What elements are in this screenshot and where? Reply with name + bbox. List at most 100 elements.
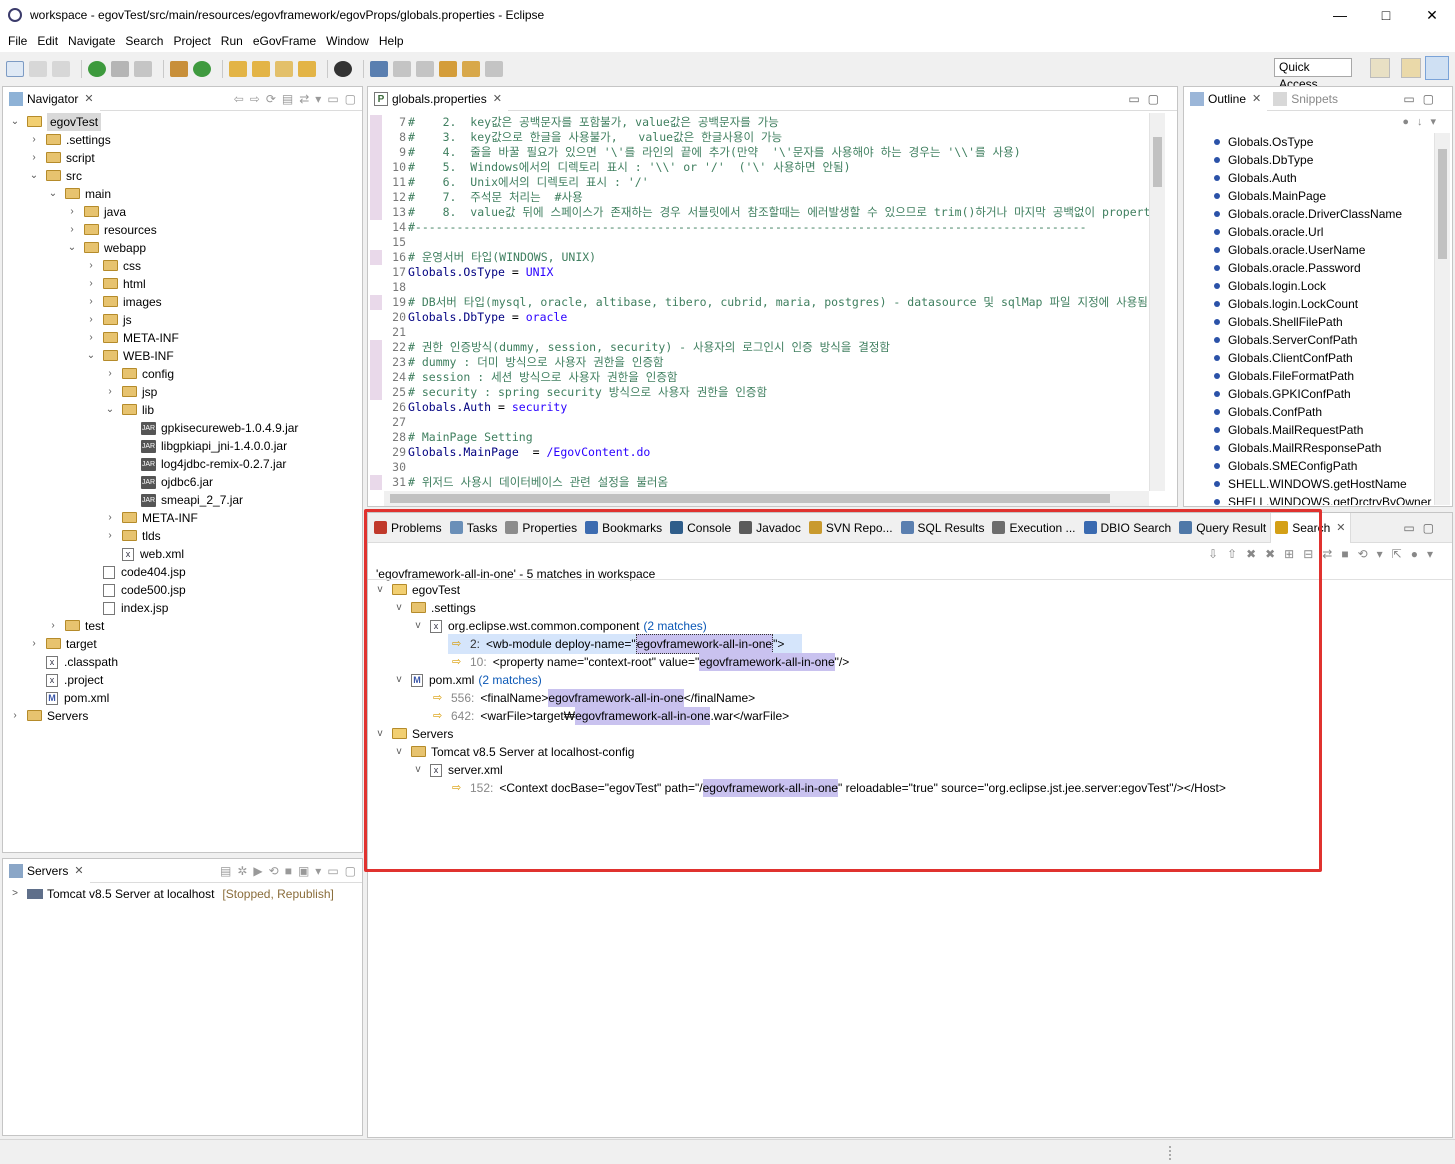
navigator-item[interactable]: › target	[3, 635, 362, 653]
egov-perspective-icon[interactable]	[1425, 56, 1449, 80]
navigator-item[interactable]: index.jsp	[3, 599, 362, 617]
outline-item[interactable]: Globals.DbType	[1184, 151, 1434, 169]
editor-vscroll[interactable]	[1149, 113, 1165, 491]
connect-icon[interactable]	[134, 61, 152, 77]
editor-hscroll[interactable]	[384, 491, 1149, 506]
menu-search[interactable]: Search	[120, 34, 168, 48]
navigator-item[interactable]: › images	[3, 293, 362, 311]
navigator-item[interactable]: JAR smeapi_2_7.jar	[3, 491, 362, 509]
code-editor[interactable]: 7 8 9 10 11 12 13 14 15 16 17 18 19 20 21 22 23 24 25 26 27 2…	[368, 113, 1149, 491]
expand-toggle-icon[interactable]: ›	[28, 131, 40, 149]
outline-item[interactable]: Globals.ClientConfPath	[1184, 349, 1434, 367]
expand-toggle-icon[interactable]: ›	[85, 257, 97, 275]
navigator-item[interactable]: › META-INF	[3, 509, 362, 527]
navigator-item[interactable]: › resources	[3, 221, 362, 239]
menu-navigate[interactable]: Navigate	[63, 34, 120, 48]
navigator-item[interactable]: JAR libgpkiapi_jni-1.4.0.0.jar	[3, 437, 362, 455]
outline-vscroll[interactable]	[1434, 133, 1450, 505]
code-area[interactable]: # 2. key값은 공백문자를 포함불가, value값은 공백문자를 가능 #…	[408, 115, 1149, 490]
outline-item[interactable]: Globals.oracle.Password	[1184, 259, 1434, 277]
outline-item[interactable]: Globals.MailRResponsePath	[1184, 439, 1434, 457]
navigator-item[interactable]: › script	[3, 149, 362, 167]
expand-toggle-icon[interactable]: ›	[28, 635, 40, 653]
outline-item[interactable]: Globals.FileFormatPath	[1184, 367, 1434, 385]
navigator-toolbar[interactable]: ⇦⇨⟳▤⇄▾▭▢	[234, 92, 362, 106]
expand-toggle-icon[interactable]: ›	[66, 221, 78, 239]
close-button[interactable]: ✕	[1409, 0, 1455, 30]
navigator-item[interactable]: code500.jsp	[3, 581, 362, 599]
expand-toggle-icon[interactable]: ›	[66, 203, 78, 221]
outline-item[interactable]: Globals.MainPage	[1184, 187, 1434, 205]
outline-item[interactable]: Globals.ConfPath	[1184, 403, 1434, 421]
navigator-item[interactable]: JAR log4jdbc-remix-0.2.7.jar	[3, 455, 362, 473]
forward-icon[interactable]	[485, 61, 503, 77]
outline-item[interactable]: SHELL.WINDOWS.getHostName	[1184, 475, 1434, 493]
open-folder-icon[interactable]	[252, 61, 270, 77]
navigator-item[interactable]: › tlds	[3, 527, 362, 545]
navigator-item[interactable]: code404.jsp	[3, 563, 362, 581]
navigator-item[interactable]: › .settings	[3, 131, 362, 149]
new-icon[interactable]	[6, 61, 24, 77]
debug-icon[interactable]	[88, 61, 106, 77]
outline-item[interactable]: Globals.oracle.DriverClassName	[1184, 205, 1434, 223]
close-icon[interactable]: ✕	[1252, 92, 1261, 105]
tab-globals-properties[interactable]: P globals.properties ✕	[368, 86, 508, 111]
expand-toggle-icon[interactable]: ⌄	[47, 185, 59, 203]
navigator-item[interactable]: JAR ojdbc6.jar	[3, 473, 362, 491]
expand-toggle-icon[interactable]: ›	[85, 293, 97, 311]
bottom-min-max[interactable]: ▭▢	[1403, 521, 1442, 535]
prev-annotation-icon[interactable]	[416, 61, 434, 77]
menu-run[interactable]: Run	[216, 34, 248, 48]
close-icon[interactable]: ✕	[74, 864, 83, 877]
quick-access-input[interactable]: Quick Access	[1274, 58, 1352, 91]
expand-toggle-icon[interactable]: ›	[85, 311, 97, 329]
navigator-item[interactable]: › Servers	[3, 707, 362, 725]
navigator-item[interactable]: › test	[3, 617, 362, 635]
expand-toggle-icon[interactable]: ›	[85, 275, 97, 293]
close-icon[interactable]: ✕	[1336, 521, 1345, 534]
open-perspective-icon[interactable]	[1370, 58, 1390, 78]
navigator-item[interactable]: ⌄ egovTest	[3, 113, 362, 131]
outline-item[interactable]: Globals.OsType	[1184, 133, 1434, 151]
outline-item[interactable]: Globals.GPKIConfPath	[1184, 385, 1434, 403]
run-icon[interactable]	[193, 61, 211, 77]
back-icon[interactable]	[462, 61, 480, 77]
outline-item[interactable]: Globals.oracle.UserName	[1184, 241, 1434, 259]
expand-toggle-icon[interactable]: ›	[104, 527, 116, 545]
navigator-item[interactable]: ⌄ WEB-INF	[3, 347, 362, 365]
menu-project[interactable]: Project	[168, 34, 215, 48]
last-edit-icon[interactable]	[439, 61, 457, 77]
expand-toggle-icon[interactable]: ›	[104, 509, 116, 527]
expand-toggle-icon[interactable]: ›	[9, 707, 21, 725]
tab-snippets[interactable]: Snippets	[1267, 87, 1344, 111]
menu-file[interactable]: File	[3, 34, 32, 48]
servers-toolbar[interactable]: ▤✲▶⟲■▣▾▭▢	[220, 864, 362, 878]
expand-toggle-icon[interactable]: ⌄	[66, 239, 78, 257]
outline-item[interactable]: Globals.MailRequestPath	[1184, 421, 1434, 439]
expand-toggle-icon[interactable]: ›	[28, 149, 40, 167]
navigator-item[interactable]: x web.xml	[3, 545, 362, 563]
save-icon[interactable]	[29, 61, 47, 77]
expand-toggle-icon[interactable]: ⌄	[104, 401, 116, 419]
close-icon[interactable]: ✕	[493, 92, 502, 105]
menu-egovframe[interactable]: eGovFrame	[248, 34, 321, 48]
open-task-icon[interactable]	[275, 61, 293, 77]
build-icon[interactable]	[170, 61, 188, 77]
stop-icon[interactable]	[111, 61, 129, 77]
navigator-item[interactable]: › js	[3, 311, 362, 329]
outline-item[interactable]: Globals.login.Lock	[1184, 277, 1434, 295]
navigator-item[interactable]: ⌄ main	[3, 185, 362, 203]
outline-item[interactable]: Globals.SMEConfigPath	[1184, 457, 1434, 475]
toggle-mark-icon[interactable]	[370, 61, 388, 77]
outline-item[interactable]: Globals.ShellFilePath	[1184, 313, 1434, 331]
editor-min-max[interactable]: ▭▢	[1128, 92, 1167, 106]
outline-toolbar[interactable]: ●↓▾	[1402, 115, 1444, 128]
menu-edit[interactable]: Edit	[32, 34, 63, 48]
expand-toggle-icon[interactable]: ⌄	[28, 167, 40, 185]
expand-toggle-icon[interactable]: ›	[47, 617, 59, 635]
java-ee-perspective-icon[interactable]	[1401, 58, 1421, 78]
minimize-button[interactable]: —	[1317, 0, 1363, 30]
navigator-item[interactable]: ⌄ src	[3, 167, 362, 185]
server-item[interactable]: > Tomcat v8.5 Server at localhost [Stopp…	[3, 885, 362, 903]
navigator-item[interactable]: › config	[3, 365, 362, 383]
